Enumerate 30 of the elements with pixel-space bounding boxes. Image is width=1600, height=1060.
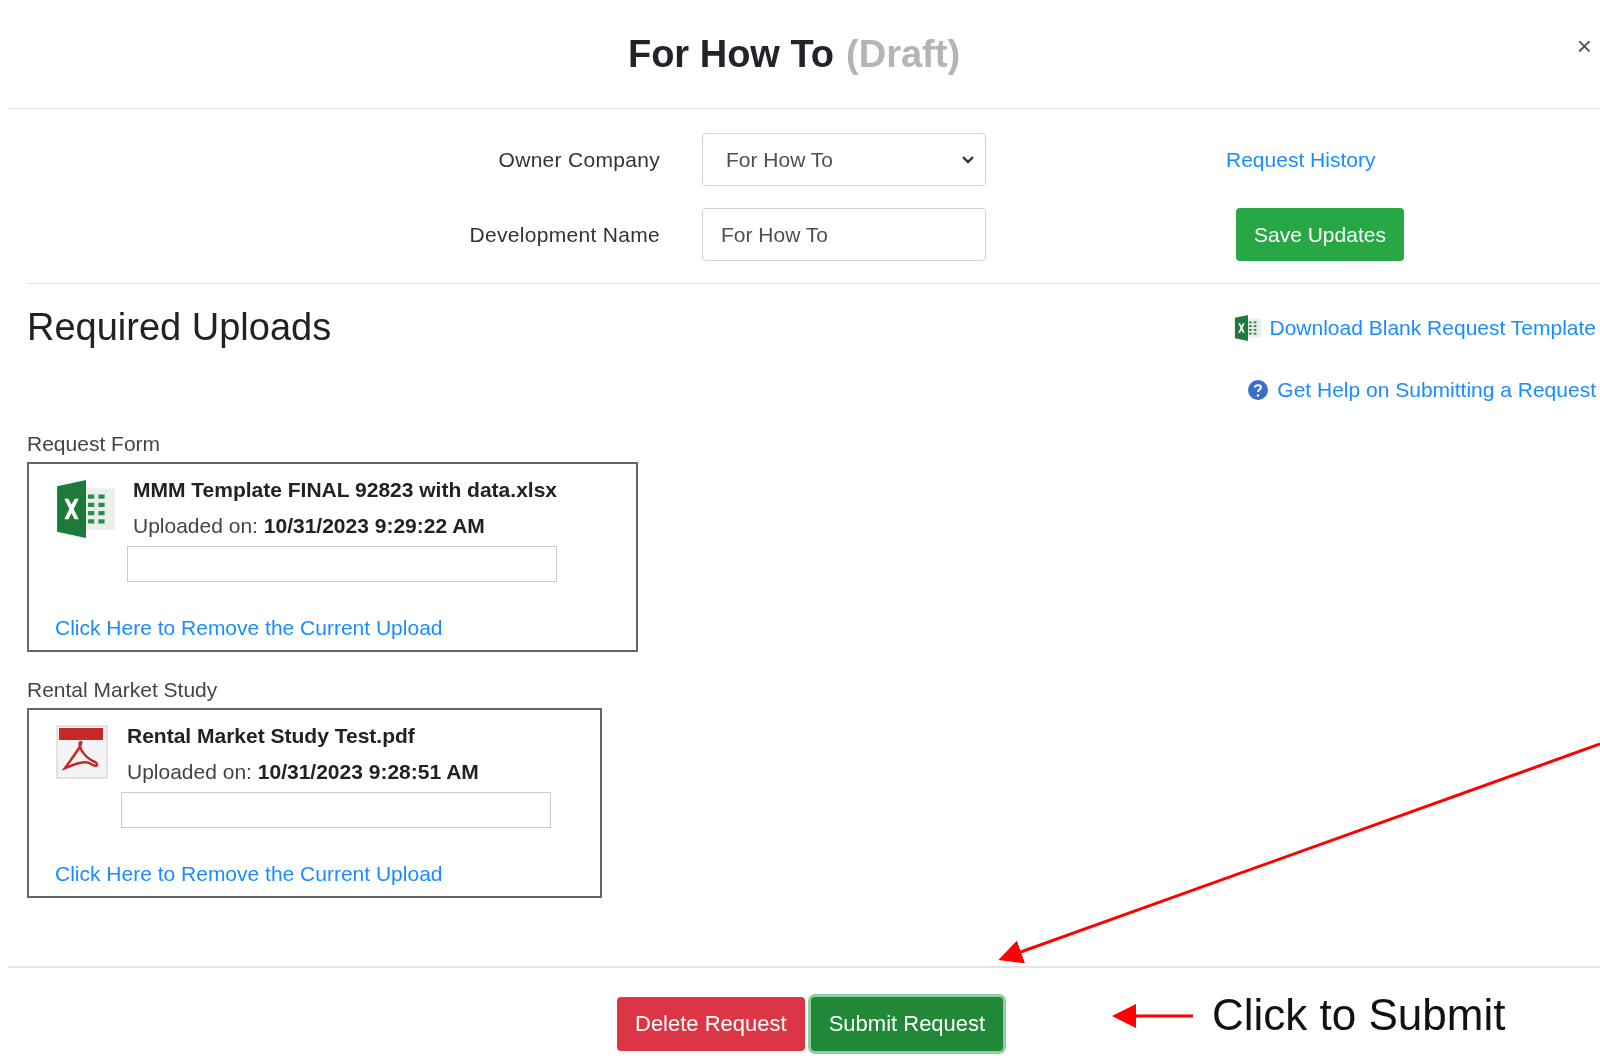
- section-heading: Required Uploads: [27, 306, 332, 350]
- annotation-text: Click to Submit: [1212, 990, 1506, 1040]
- development-name-field[interactable]: For How To: [702, 208, 986, 261]
- request-history-link[interactable]: Request History: [1226, 147, 1376, 172]
- help-link[interactable]: Download Blank Request Template: [1269, 316, 1596, 340]
- field-label: Development Name: [468, 222, 660, 247]
- chevron-down-icon: [961, 154, 975, 165]
- help-icon: [1247, 379, 1270, 401]
- owner-company-select[interactable]: For How To: [702, 133, 986, 186]
- file-name: MMM Template FINAL 92823 with data.xlsx: [133, 478, 557, 502]
- save-updates-button[interactable]: Save Updates: [1236, 208, 1404, 261]
- spreadsheet-icon: [55, 478, 117, 540]
- field-label: Owner Company: [497, 147, 660, 172]
- upload-label: Request Form: [27, 432, 162, 456]
- note-field[interactable]: [121, 792, 551, 828]
- file-name: Rental Market Study Test.pdf: [127, 724, 416, 748]
- close-button[interactable]: ×: [1570, 30, 1598, 63]
- pdf-icon: [55, 724, 111, 780]
- dialog-title: For How To: [627, 32, 835, 76]
- remove-upload-link[interactable]: Click Here to Remove the Current Upload: [55, 862, 443, 886]
- submit-request-button[interactable]: Submit Request: [810, 997, 1004, 1051]
- remove-upload-link[interactable]: Click Here to Remove the Current Upload: [55, 616, 443, 640]
- upload-date: Uploaded on: 10/31/2023 9:28:51 AM: [127, 760, 480, 784]
- help-link[interactable]: Get Help on Submitting a Request: [1277, 378, 1596, 402]
- upload-label: Rental Market Study: [27, 678, 219, 702]
- note-field[interactable]: [127, 546, 557, 582]
- draft-status: (Draft): [846, 32, 961, 76]
- delete-request-button[interactable]: Delete Request: [617, 997, 805, 1051]
- upload-date: Uploaded on: 10/31/2023 9:29:22 AM: [133, 514, 486, 538]
- spreadsheet-icon: [1233, 314, 1262, 342]
